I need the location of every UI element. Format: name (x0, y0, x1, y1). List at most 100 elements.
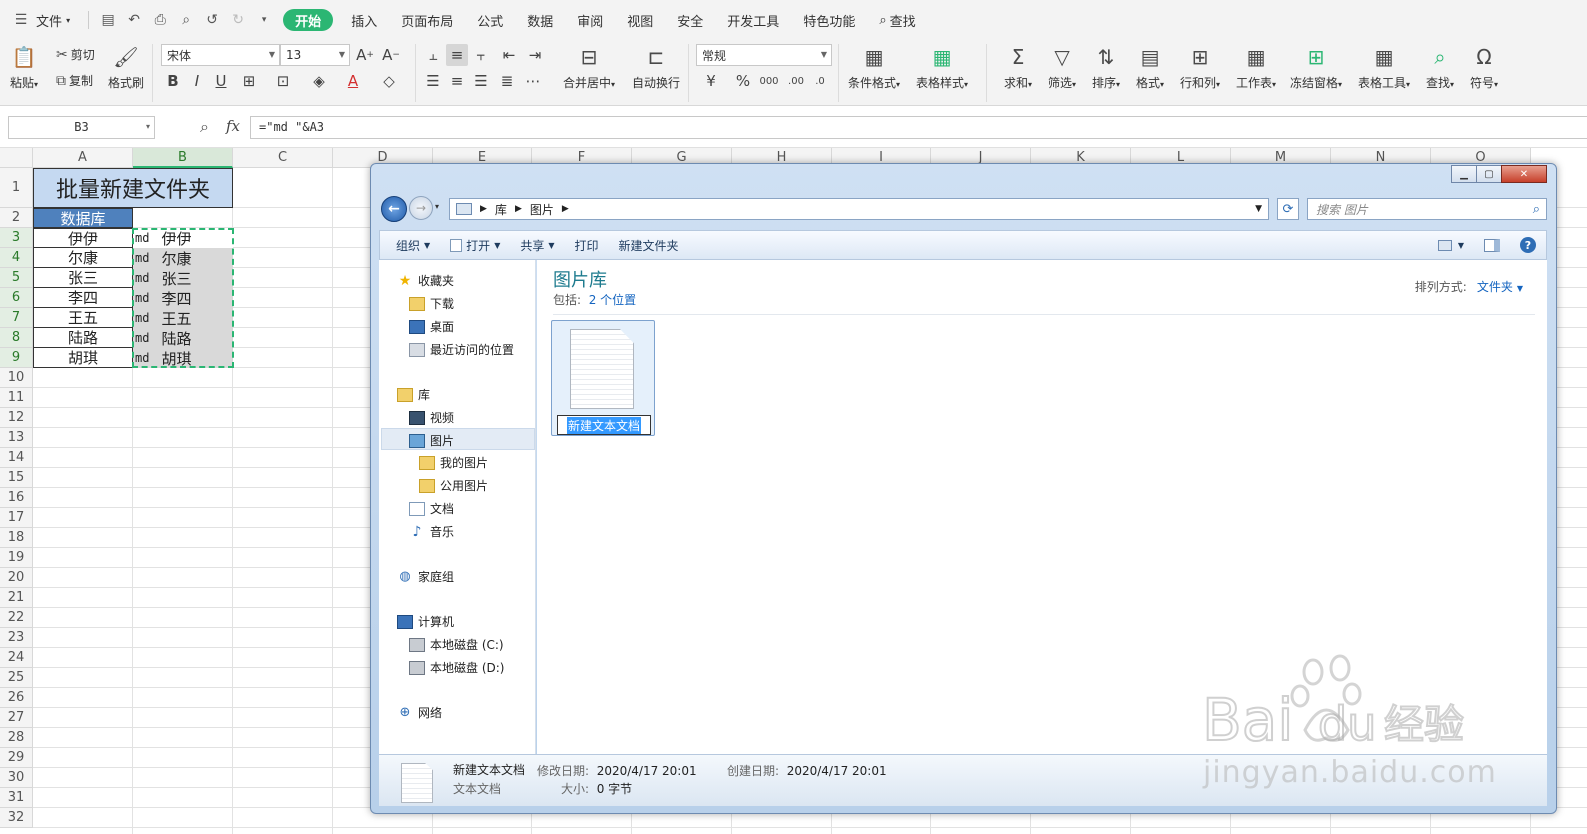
row-header-4[interactable]: 4 (0, 248, 33, 268)
row-header-32[interactable]: 32 (0, 808, 33, 828)
breadcrumb-pictures[interactable]: 图片 (530, 201, 554, 218)
nav-pictures[interactable]: 图片 (409, 432, 454, 449)
row-col-button[interactable]: ⊞ 行和列▾ (1180, 44, 1220, 91)
print-icon[interactable]: ⎙ (149, 9, 171, 31)
bold-icon[interactable]: B (162, 70, 184, 92)
cell-a6[interactable]: 李四 (33, 288, 133, 308)
row-header-29[interactable]: 29 (0, 748, 33, 768)
fx-icon[interactable]: fx (226, 117, 240, 135)
row-header-18[interactable]: 18 (0, 528, 33, 548)
font-size-select[interactable]: 13 ▼ (280, 44, 350, 66)
decrease-font-icon[interactable]: A − (380, 44, 402, 66)
cell-a3[interactable]: 伊伊 (33, 228, 133, 248)
distributed-icon[interactable]: ⋯ (522, 70, 544, 92)
cut-button[interactable]: ✂ 剪切 (56, 46, 95, 63)
name-box[interactable]: B3 (8, 116, 155, 139)
nav-videos[interactable]: 视频 (409, 409, 454, 426)
minimize-button[interactable]: ▁ (1451, 165, 1477, 183)
header-cell[interactable]: 数据库 (33, 208, 133, 228)
row-header-24[interactable]: 24 (0, 648, 33, 668)
row-header-17[interactable]: 17 (0, 508, 33, 528)
row-header-2[interactable]: 2 (0, 208, 33, 228)
cell-a4[interactable]: 尔康 (33, 248, 133, 268)
view-toggle-button[interactable]: ▼ (1428, 230, 1474, 260)
column-header-a[interactable]: A (33, 148, 133, 168)
tab-view[interactable]: 视图 (615, 0, 665, 40)
column-header-b[interactable]: B (133, 148, 233, 168)
address-dropdown-icon[interactable]: ▼ (1255, 204, 1262, 214)
row-header-20[interactable]: 20 (0, 568, 33, 588)
sort-value[interactable]: 文件夹 (1477, 280, 1513, 294)
row-header-30[interactable]: 30 (0, 768, 33, 788)
justify-icon[interactable]: ≣ (496, 70, 518, 92)
forward-button[interactable]: → (409, 196, 433, 220)
font-color-icon[interactable]: A (342, 70, 364, 92)
conditional-format-button[interactable]: ▦ 条件格式▾ (848, 44, 900, 91)
row-header-22[interactable]: 22 (0, 608, 33, 628)
tab-insert[interactable]: 插入 (339, 0, 389, 40)
nav-network[interactable]: ⊕ 网络 (397, 704, 442, 721)
row-header-1[interactable]: 1 (0, 168, 33, 208)
rename-input[interactable]: 新建文本文档 (557, 415, 651, 435)
align-left-icon[interactable]: ☰ (422, 70, 444, 92)
breadcrumb-arrow-icon[interactable]: ▶ (562, 204, 569, 214)
nav-public-pictures[interactable]: 公用图片 (419, 477, 488, 494)
align-bottom-icon[interactable]: ⫟ (470, 44, 492, 66)
decrease-decimal-icon[interactable]: .0 (809, 70, 831, 92)
row-header-21[interactable]: 21 (0, 588, 33, 608)
clear-icon[interactable]: ◇ (378, 70, 400, 92)
format-painter-button[interactable]: 🖌 格式刷 (108, 44, 144, 91)
nav-music[interactable]: ♪ 音乐 (409, 523, 454, 540)
print-preview-icon[interactable]: ⌕ (175, 9, 197, 31)
tab-developer[interactable]: 开发工具 (715, 0, 791, 40)
tab-data[interactable]: 数据 (515, 0, 565, 40)
row-header-15[interactable]: 15 (0, 468, 33, 488)
row-header-8[interactable]: 8 (0, 328, 33, 348)
sum-button[interactable]: Σ 求和▾ (1004, 44, 1032, 91)
table-tools-button[interactable]: ▦ 表格工具▾ (1358, 44, 1410, 91)
sort-control[interactable]: 排列方式: 文件夹 ▼ (1415, 278, 1523, 295)
percent-icon[interactable]: % (732, 70, 754, 92)
sort-button[interactable]: ⇅ 排序▾ (1092, 44, 1120, 91)
symbol-button[interactable]: Ω 符号▾ (1470, 44, 1498, 91)
nav-recent[interactable]: 最近访问的位置 (409, 341, 514, 358)
refresh-button[interactable]: ⟳ (1277, 198, 1299, 220)
file-menu[interactable]: 文件 ▾ (34, 0, 82, 40)
export-icon[interactable]: ↶ (123, 9, 145, 31)
select-all-corner[interactable] (0, 148, 33, 168)
font-name-select[interactable]: 宋体 ▼ (161, 44, 280, 66)
redo-icon[interactable]: ↻ (227, 9, 249, 31)
row-header-11[interactable]: 11 (0, 388, 33, 408)
close-button[interactable]: ✕ (1501, 165, 1547, 183)
print-button[interactable]: 打印 (565, 230, 609, 260)
row-header-3[interactable]: 3 (0, 228, 33, 248)
row-header-6[interactable]: 6 (0, 288, 33, 308)
row-header-31[interactable]: 31 (0, 788, 33, 808)
cell-a8[interactable]: 陆路 (33, 328, 133, 348)
copy-button[interactable]: ⧉ 复制 (56, 72, 93, 89)
currency-icon[interactable]: ¥ (700, 70, 722, 92)
open-button[interactable]: 打开 ▼ (440, 230, 510, 260)
fill-color-icon[interactable]: ◈ (308, 70, 330, 92)
row-header-12[interactable]: 12 (0, 408, 33, 428)
filter-button[interactable]: ▽ 筛选▾ (1048, 44, 1076, 91)
row-header-25[interactable]: 25 (0, 668, 33, 688)
table-style-button[interactable]: ▦ 表格样式▾ (916, 44, 968, 91)
row-header-16[interactable]: 16 (0, 488, 33, 508)
breadcrumb-arrow-icon[interactable]: ▶ (480, 204, 487, 214)
breadcrumb-arrow-icon[interactable]: ▶ (515, 204, 522, 214)
freeze-button[interactable]: ⊞ 冻结窗格▾ (1290, 44, 1342, 91)
italic-icon[interactable]: I (186, 70, 208, 92)
number-format-select[interactable]: 常规 ▼ (696, 44, 832, 66)
search-icon[interactable]: ⌕ (1533, 202, 1540, 217)
tab-home[interactable]: 开始 (283, 9, 334, 31)
paste-button[interactable]: 📋 粘贴▾ (10, 44, 38, 91)
row-header-28[interactable]: 28 (0, 728, 33, 748)
undo-icon[interactable]: ↺ (201, 9, 223, 31)
zoom-icon[interactable]: ⌕ (200, 117, 209, 137)
merge-center-button[interactable]: ⊟ 合并居中▾ (563, 44, 615, 91)
row-header-23[interactable]: 23 (0, 628, 33, 648)
column-header-c[interactable]: C (233, 148, 333, 168)
nav-desktop[interactable]: 桌面 (409, 318, 454, 335)
cell-a5[interactable]: 张三 (33, 268, 133, 288)
